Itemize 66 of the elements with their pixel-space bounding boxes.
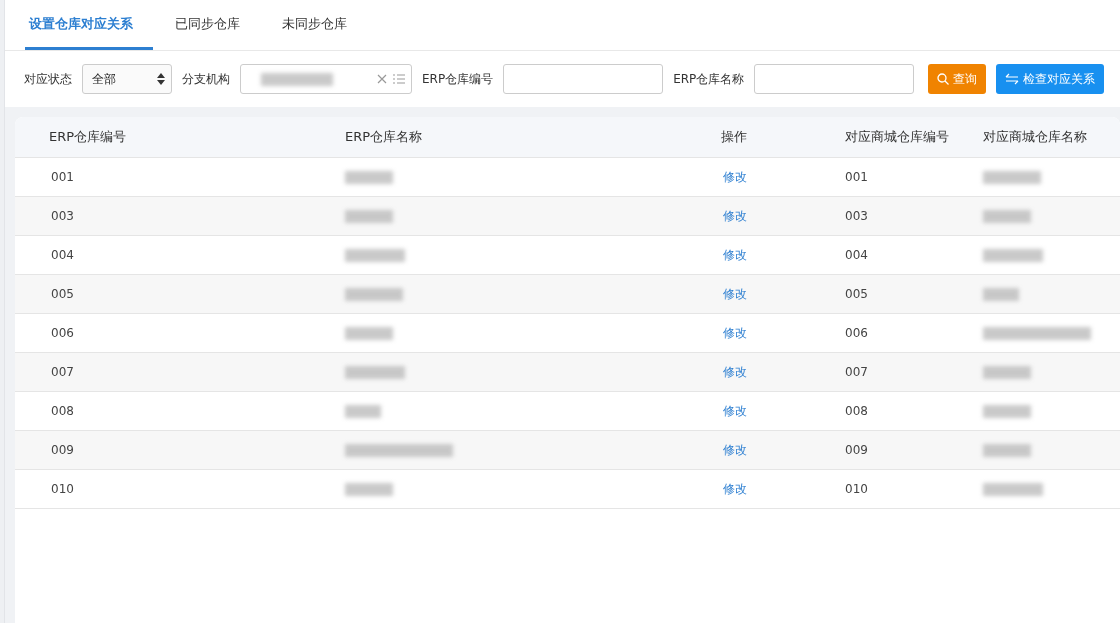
redacted-text xyxy=(983,482,1043,496)
redacted-text xyxy=(345,248,405,262)
table-cell-text: 007 xyxy=(50,365,75,379)
table-cell-text: 010 xyxy=(50,482,75,496)
column-header: ERP仓库名称 xyxy=(344,128,424,146)
table-cell-text: 007 xyxy=(844,365,869,379)
table-cell-text: 001 xyxy=(50,170,75,184)
redacted-text xyxy=(983,404,1031,418)
check-mapping-button[interactable]: 检查对应关系 xyxy=(996,64,1105,94)
redacted-text xyxy=(345,287,403,301)
tab[interactable]: 未同步仓库 xyxy=(278,0,367,50)
edit-link[interactable]: 修改 xyxy=(711,480,835,498)
redacted-text xyxy=(983,443,1031,457)
filter-label: ERP仓库名称 xyxy=(673,70,745,88)
redacted-text xyxy=(983,365,1031,379)
filter-label: 分支机构 xyxy=(182,70,230,88)
table-cell-text: 004 xyxy=(50,248,75,262)
redacted-text xyxy=(345,326,393,340)
branch-picker[interactable] xyxy=(240,64,412,94)
table-cell-text: 009 xyxy=(50,443,75,457)
edit-link[interactable]: 修改 xyxy=(711,168,835,186)
edit-link[interactable]: 修改 xyxy=(711,207,835,225)
table-cell-text: 009 xyxy=(844,443,869,457)
table-cell-text: 003 xyxy=(50,209,75,223)
clear-icon[interactable] xyxy=(377,74,387,84)
status-select[interactable]: 全部 xyxy=(82,64,172,94)
column-header: ERP仓库编号 xyxy=(48,128,128,146)
redacted-text xyxy=(345,209,393,223)
erp-name-field[interactable] xyxy=(754,64,915,94)
table-cell-text: 001 xyxy=(844,170,869,184)
edit-link[interactable]: 修改 xyxy=(711,285,835,303)
redacted-text xyxy=(983,209,1031,223)
erp-code-field[interactable] xyxy=(503,64,664,94)
redacted-text xyxy=(983,248,1043,262)
redacted-text xyxy=(983,170,1041,184)
edit-link[interactable]: 修改 xyxy=(711,441,835,459)
column-header: 操作 xyxy=(720,128,748,146)
swap-arrows-icon xyxy=(1005,73,1020,85)
sort-caret-icon xyxy=(157,73,165,85)
search-icon xyxy=(937,73,950,85)
table-cell-text: 006 xyxy=(844,326,869,340)
tab[interactable]: 已同步仓库 xyxy=(171,0,260,50)
edit-link[interactable]: 修改 xyxy=(711,402,835,420)
table-cell-text: 010 xyxy=(844,482,869,496)
table-cell-text: 008 xyxy=(50,404,75,418)
redacted-text xyxy=(345,404,381,418)
redacted-text xyxy=(345,482,393,496)
query-button[interactable]: 查询 xyxy=(928,64,987,94)
list-icon[interactable] xyxy=(393,74,405,84)
table-cell-text: 008 xyxy=(844,404,869,418)
table-cell-text: 006 xyxy=(50,326,75,340)
column-header: 对应商城仓库名称 xyxy=(982,128,1088,146)
edit-link[interactable]: 修改 xyxy=(711,324,835,342)
edit-link[interactable]: 修改 xyxy=(711,246,835,264)
redacted-value xyxy=(261,72,333,86)
redacted-text xyxy=(983,287,1019,301)
table-cell-text: 005 xyxy=(844,287,869,301)
table-cell-text: 003 xyxy=(844,209,869,223)
filter-label: 对应状态 xyxy=(24,70,72,88)
table-cell-text: 005 xyxy=(50,287,75,301)
edit-link[interactable]: 修改 xyxy=(711,363,835,381)
table-cell-text: 004 xyxy=(844,248,869,262)
column-header: 对应商城仓库编号 xyxy=(844,128,950,146)
redacted-text xyxy=(345,170,393,184)
filter-label: ERP仓库编号 xyxy=(422,70,494,88)
redacted-text xyxy=(345,365,405,379)
